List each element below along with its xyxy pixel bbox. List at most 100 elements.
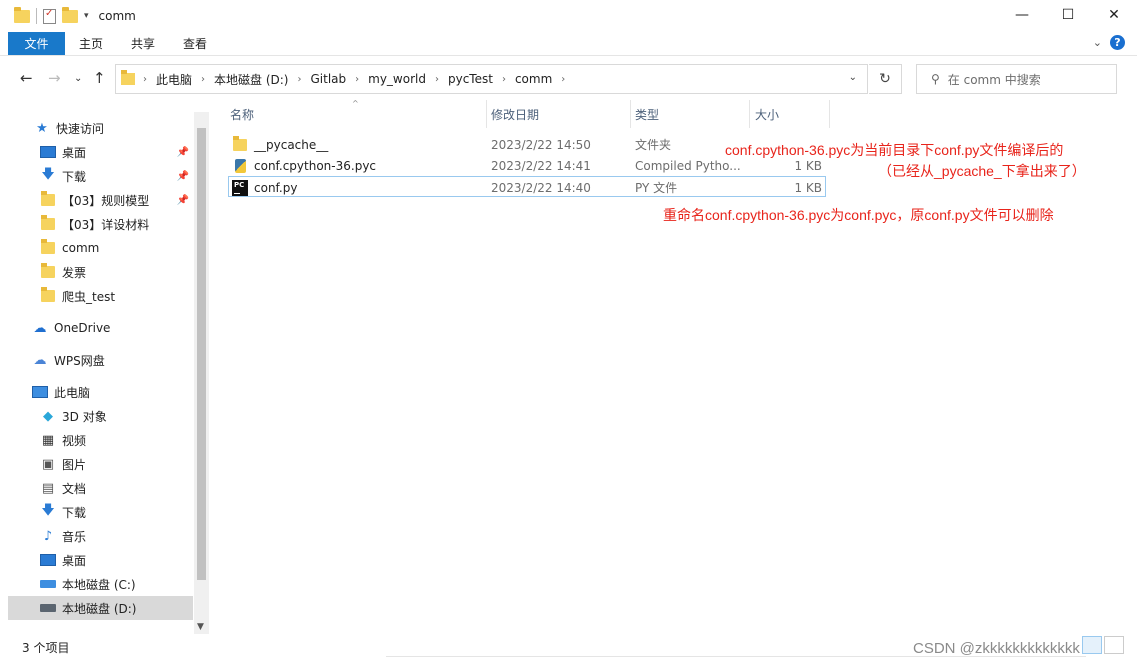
- pin-icon[interactable]: 📌: [177, 147, 189, 158]
- column-header-size[interactable]: 大小: [751, 100, 829, 128]
- refresh-button[interactable]: ↻: [869, 64, 902, 94]
- sidebar-item-drive-d[interactable]: 本地磁盘 (D:): [8, 596, 193, 620]
- sidebar-item-label: 音乐: [62, 529, 87, 544]
- sidebar-item-label: 桌面: [62, 145, 87, 160]
- column-header-date[interactable]: 修改日期: [487, 100, 629, 128]
- breadcrumb-gitlab[interactable]: Gitlab: [310, 72, 346, 86]
- file-row-conf-py[interactable]: PC conf.py 2023/2/22 14:40 PY 文件 1 KB: [228, 176, 826, 197]
- sidebar-item-quick-access[interactable]: ★ 快速访问: [8, 116, 193, 140]
- sidebar-item-comm[interactable]: comm: [8, 236, 193, 260]
- sidebar-item-label: 快速访问: [56, 121, 105, 136]
- help-icon[interactable]: ?: [1110, 35, 1125, 50]
- close-button[interactable]: ✕: [1091, 0, 1137, 30]
- folder-icon: [40, 239, 56, 255]
- chevron-right-icon[interactable]: ›: [143, 74, 147, 85]
- file-type: 文件夹: [635, 138, 672, 152]
- sidebar-item-3d-objects[interactable]: ◆ 3D 对象: [8, 404, 193, 428]
- annotation-line-2: （已经从_pycache_下拿出来了）: [878, 163, 1086, 179]
- chevron-right-icon[interactable]: ›: [502, 74, 506, 85]
- tab-view[interactable]: 查看: [169, 32, 221, 55]
- pin-icon[interactable]: 📌: [177, 171, 189, 182]
- tab-share[interactable]: 共享: [117, 32, 169, 55]
- folder-icon: [121, 70, 135, 85]
- recent-locations-icon[interactable]: ⌄: [74, 73, 82, 84]
- status-item-count: 3 个项目: [22, 641, 70, 655]
- sidebar-item-label: 视频: [62, 433, 87, 448]
- sidebar-item-documents[interactable]: ▤ 文档: [8, 476, 193, 500]
- title-bar: ▾ comm — ☐ ✕: [0, 0, 1137, 32]
- chevron-right-icon[interactable]: ›: [201, 74, 205, 85]
- scrollbar-thumb[interactable]: [197, 128, 206, 580]
- maximize-button[interactable]: ☐: [1045, 0, 1091, 30]
- breadcrumb-this-pc[interactable]: 此电脑: [156, 71, 192, 88]
- view-toggle: [1082, 636, 1124, 654]
- folder-icon: [232, 135, 248, 153]
- forward-arrow-icon[interactable]: →: [48, 69, 61, 87]
- breadcrumb-my-world[interactable]: my_world: [368, 72, 426, 86]
- details-view-button[interactable]: [1082, 636, 1102, 654]
- sidebar-item-desktop-pc[interactable]: 桌面: [8, 548, 193, 572]
- chevron-right-icon[interactable]: ›: [355, 74, 359, 85]
- address-bar[interactable]: › 此电脑 › 本地磁盘 (D:) › Gitlab › my_world › …: [115, 64, 868, 94]
- sidebar-item-invoices[interactable]: 发票: [8, 260, 193, 284]
- sidebar-item-videos[interactable]: ▦ 视频: [8, 428, 193, 452]
- star-icon: ★: [36, 120, 48, 136]
- cube-icon: ◆: [43, 408, 53, 424]
- pycharm-icon: PC: [232, 179, 248, 196]
- sidebar-item-pictures[interactable]: ▣ 图片: [8, 452, 193, 476]
- search-icon: ⚲: [931, 72, 940, 86]
- sidebar-item-crawler-test[interactable]: 爬虫_test: [8, 284, 193, 308]
- new-folder-icon[interactable]: [62, 6, 78, 23]
- annotation-line-1: conf.cpython-36.pyc为当前目录下conf.py文件编译后的: [725, 142, 1064, 158]
- pin-icon[interactable]: 📌: [177, 195, 189, 206]
- sidebar-item-label: 发票: [62, 265, 87, 280]
- address-dropdown-icon[interactable]: ⌄: [849, 72, 857, 83]
- chevron-right-icon[interactable]: ›: [297, 74, 301, 85]
- scroll-down-icon[interactable]: ▼: [197, 622, 204, 632]
- breadcrumb-pyctest[interactable]: pycTest: [448, 72, 493, 86]
- sidebar-item-label: 图片: [62, 457, 87, 472]
- download-icon: 🡇: [41, 503, 55, 518]
- sidebar-item-rules-model[interactable]: 【03】规则模型 📌: [8, 188, 193, 212]
- sidebar-item-design-materials[interactable]: 【03】详设材料: [8, 212, 193, 236]
- breadcrumb-comm[interactable]: comm: [515, 72, 552, 86]
- tab-home[interactable]: 主页: [65, 32, 117, 55]
- file-name-cell: __pycache__: [232, 134, 328, 155]
- file-date: 2023/2/22 14:50: [491, 137, 591, 152]
- sidebar-item-music[interactable]: ♪ 音乐: [8, 524, 193, 548]
- properties-icon[interactable]: [43, 8, 56, 24]
- sidebar-item-this-pc[interactable]: 此电脑: [8, 380, 193, 404]
- back-arrow-icon[interactable]: ←: [20, 69, 33, 87]
- file-name-cell: PC conf.py: [232, 177, 297, 198]
- picture-icon: ▣: [41, 456, 55, 472]
- breadcrumb-drive-d[interactable]: 本地磁盘 (D:): [214, 71, 288, 88]
- chevron-right-icon[interactable]: ›: [435, 74, 439, 85]
- large-icons-view-button[interactable]: [1104, 636, 1124, 654]
- sidebar-item-onedrive[interactable]: ☁ OneDrive: [8, 316, 193, 340]
- expand-ribbon-icon[interactable]: ⌄: [1093, 36, 1102, 49]
- up-arrow-icon[interactable]: ↑: [93, 69, 106, 87]
- file-type: PY 文件: [635, 181, 678, 195]
- chevron-right-icon[interactable]: ›: [561, 74, 565, 85]
- sidebar-item-downloads-pc[interactable]: 🡇 下载: [8, 500, 193, 524]
- file-date: 2023/2/22 14:41: [491, 158, 591, 173]
- sidebar-item-label: WPS网盘: [54, 353, 105, 368]
- sidebar-item-label: 本地磁盘 (D:): [62, 601, 137, 616]
- sidebar-scrollbar[interactable]: ▼: [194, 112, 209, 634]
- tab-file[interactable]: 文件: [8, 32, 65, 55]
- file-name: conf.cpython-36.pyc: [254, 158, 377, 173]
- sidebar-item-wps-cloud[interactable]: ☁ WPS网盘: [8, 348, 193, 372]
- sidebar-item-desktop[interactable]: 桌面 📌: [8, 140, 193, 164]
- sidebar-item-label: 本地磁盘 (C:): [62, 577, 136, 592]
- sidebar-item-drive-c[interactable]: 本地磁盘 (C:): [8, 572, 193, 596]
- column-header-type[interactable]: 类型: [631, 100, 748, 128]
- column-divider[interactable]: [829, 100, 830, 128]
- column-header-name[interactable]: 名称: [226, 100, 484, 128]
- customize-toolbar-dropdown-icon[interactable]: ▾: [84, 11, 89, 21]
- sidebar-item-label: comm: [62, 241, 100, 255]
- search-box[interactable]: ⚲ 在 comm 中搜索: [916, 64, 1117, 94]
- minimize-button[interactable]: —: [999, 0, 1045, 30]
- sidebar-item-downloads[interactable]: 🡇 下载 📌: [8, 164, 193, 188]
- column-divider[interactable]: [749, 100, 750, 128]
- search-input[interactable]: 在 comm 中搜索: [948, 71, 1041, 88]
